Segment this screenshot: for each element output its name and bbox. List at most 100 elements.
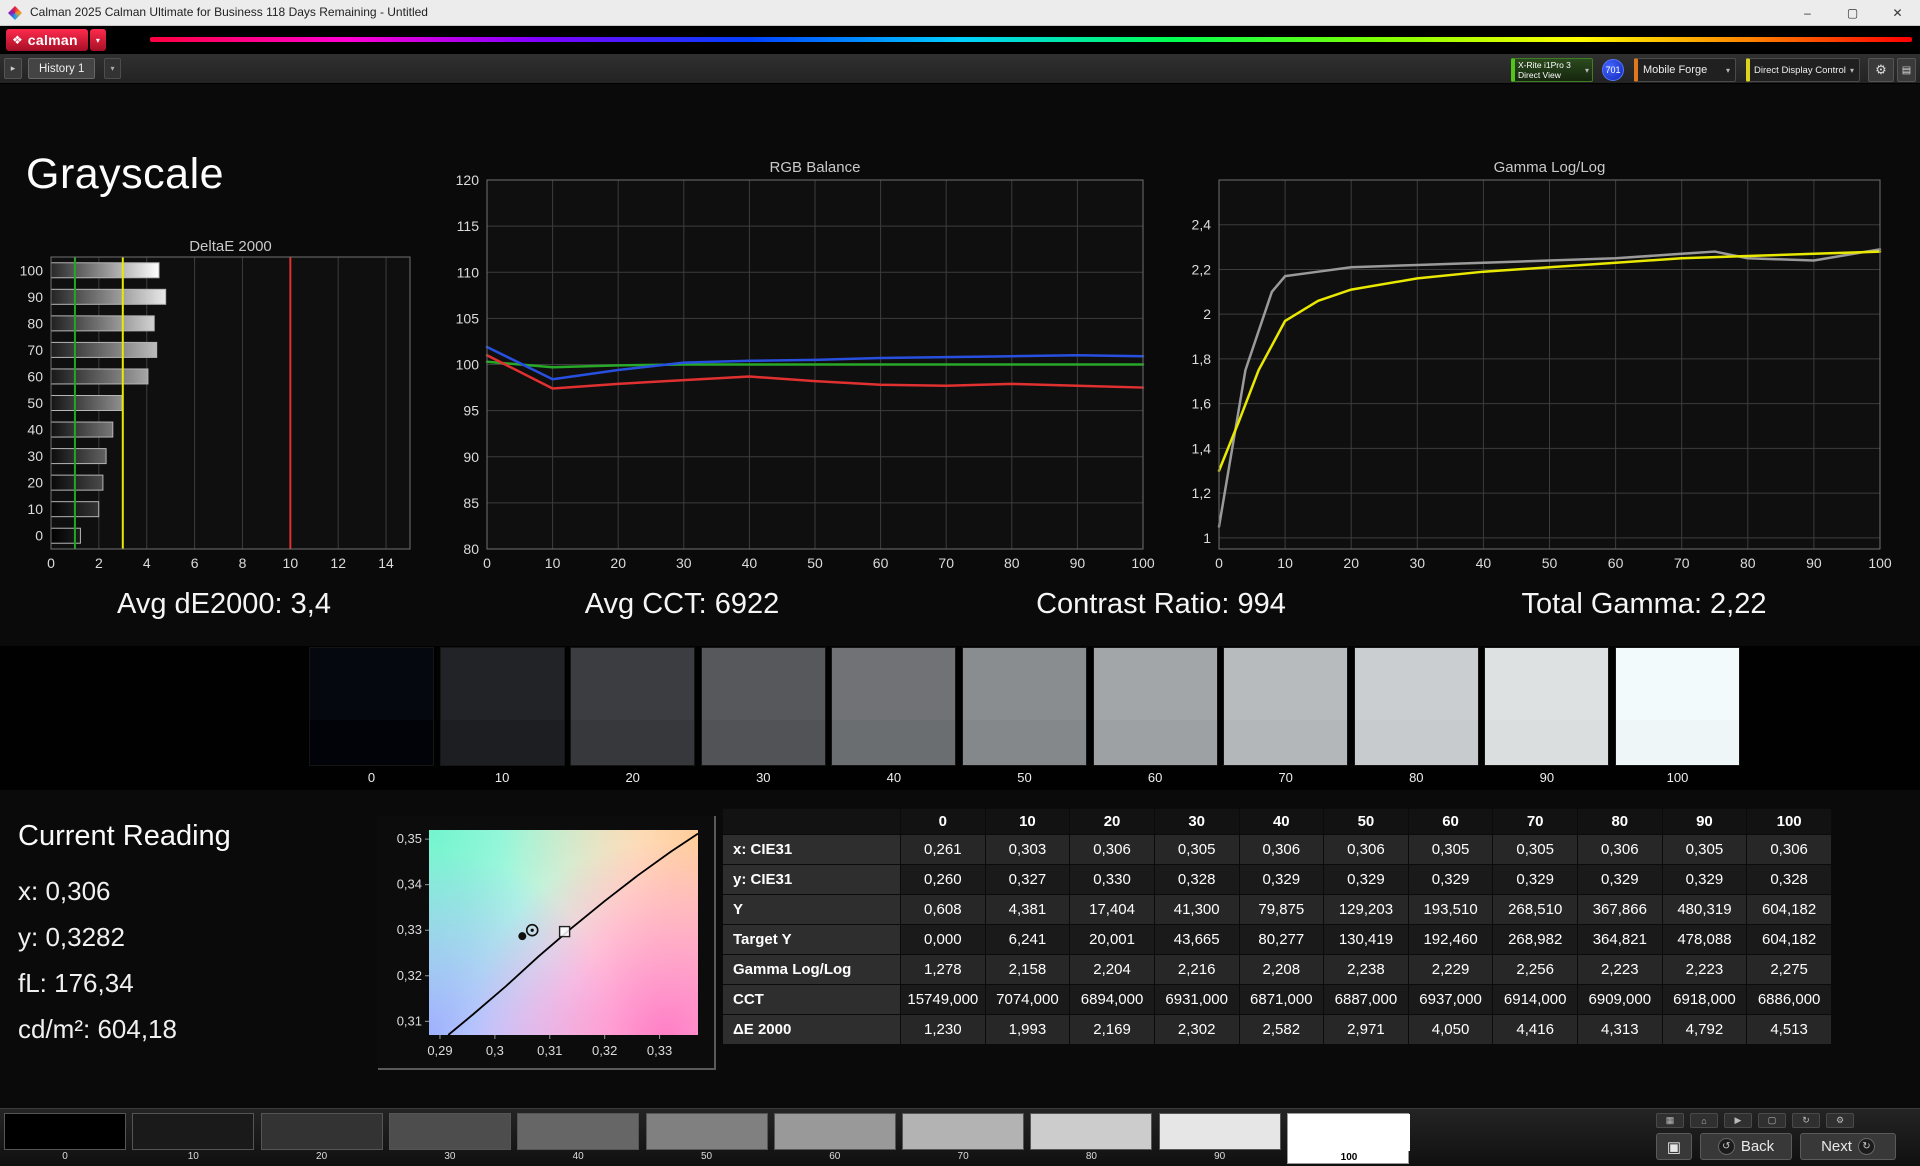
pattern-patch-30[interactable]: 30: [388, 1113, 511, 1164]
gear-icon-button[interactable]: ⚙: [1826, 1113, 1854, 1128]
logo-menu-chevron-icon[interactable]: ▾: [89, 29, 106, 51]
grayscale-swatch-80: [1353, 647, 1479, 766]
svg-text:0,3: 0,3: [486, 1043, 504, 1058]
grayscale-swatch-60: [1092, 647, 1218, 766]
table-cell: 4,381: [984, 894, 1071, 925]
table-row: ΔE 2000 1,230 1,993 2,169 2,302 2,582 2,971 4,0…: [722, 1014, 1832, 1045]
calman-logo[interactable]: ❖ calman ▾: [6, 29, 106, 51]
reading-fl: fL: 176,34: [18, 968, 134, 998]
history-panel-expand-button[interactable]: ▸: [4, 58, 22, 79]
tab-history-1[interactable]: History 1: [28, 58, 96, 79]
table-cell: 0,305: [1661, 834, 1748, 865]
window-icon: ▢: [1767, 1115, 1777, 1125]
svg-text:90: 90: [463, 449, 479, 465]
app-icon: [8, 6, 22, 20]
current-reading-title: Current Reading: [18, 820, 231, 852]
meter-status-badge: 701: [1602, 59, 1624, 81]
table-cell: 192,460: [1407, 924, 1494, 955]
panel-toggle-button[interactable]: ▤: [1897, 58, 1916, 82]
swatch-level-label: 90: [1539, 770, 1555, 785]
cie-chromaticity-chart: 0,29 0,3 0,31 0,32 0,33 0,31 0,32 0,33 0,34 0,35: [378, 816, 716, 1070]
meter-selector-dropdown[interactable]: X-Rite i1Pro 3 Direct View ▾: [1511, 58, 1593, 82]
table-col-header: 60: [1407, 808, 1494, 835]
grayscale-swatch-90: [1484, 647, 1610, 766]
table-cell: 2,223: [1577, 954, 1663, 985]
svg-text:8: 8: [239, 555, 247, 571]
svg-text:20: 20: [610, 555, 626, 571]
table-col-header: 70: [1492, 808, 1578, 835]
pattern-patch-60[interactable]: 60: [773, 1113, 896, 1164]
grayscale-swatch-20: [570, 647, 696, 766]
table-row-label: Y: [722, 894, 901, 925]
source-selector-dropdown[interactable]: Mobile Forge ▾: [1634, 58, 1736, 82]
pattern-window-icon: ▣: [1666, 1138, 1682, 1156]
monitor-icon-button[interactable]: ▦: [1656, 1113, 1684, 1128]
pattern-patch-color: [517, 1113, 640, 1150]
minimize-button[interactable]: –: [1785, 0, 1830, 26]
play-icon-button[interactable]: ▶: [1724, 1113, 1752, 1128]
table-cell: 6914,000: [1492, 984, 1578, 1015]
cie-overlay: 0,29 0,3 0,31 0,32 0,33 0,31 0,32 0,33 0,34 0,35: [378, 816, 716, 1070]
grayscale-swatch-30: [700, 647, 826, 766]
results-table: 0 10 20 30 40 50 60 70 80 90 100 x: CIE31 0,261 0,303…: [722, 808, 1832, 1045]
window-titlebar: Calman 2025 Calman Ultimate for Business…: [0, 0, 1920, 26]
svg-text:90: 90: [27, 289, 43, 305]
svg-text:4: 4: [143, 555, 151, 571]
svg-text:50: 50: [1542, 555, 1558, 571]
svg-text:0,32: 0,32: [397, 968, 422, 983]
refresh-icon-button[interactable]: ↻: [1792, 1113, 1820, 1128]
pattern-patch-color: [902, 1113, 1025, 1150]
pattern-patch-color: [260, 1113, 383, 1150]
window-icon-button[interactable]: ▢: [1758, 1113, 1786, 1128]
back-button[interactable]: ↺ Back: [1700, 1133, 1792, 1160]
swatch-target-color: [1354, 720, 1478, 765]
table-cell: 0,329: [1238, 864, 1325, 895]
gamma-log-log-chart: 1 1,2 1,4 1,6 1,8 2 2,2 2,4 0 10 20 30 40 50 60 70 80 90 1…: [1172, 160, 1912, 590]
home-icon-button[interactable]: ⌂: [1690, 1113, 1718, 1128]
source-selector-label: Mobile Forge: [1643, 64, 1708, 76]
table-cell: 2,169: [1069, 1014, 1155, 1045]
reading-x: x: 0,306: [18, 876, 111, 906]
close-button[interactable]: ✕: [1875, 0, 1920, 26]
pattern-patch-100[interactable]: 100: [1287, 1113, 1410, 1164]
pattern-patch-70[interactable]: 70: [902, 1113, 1025, 1164]
history-options-button[interactable]: ▾: [104, 58, 121, 79]
pattern-patch-50[interactable]: 50: [645, 1113, 768, 1164]
pattern-patch-90[interactable]: 90: [1158, 1113, 1281, 1164]
pattern-patch-80[interactable]: 80: [1030, 1113, 1153, 1164]
pattern-patch-color: [645, 1113, 768, 1150]
pattern-patch-label: 60: [829, 1151, 841, 1162]
settings-button[interactable]: ⚙: [1868, 58, 1894, 82]
logo-bar: ❖ calman ▾: [0, 26, 1920, 54]
next-button[interactable]: Next ↻: [1800, 1133, 1896, 1160]
table-cell: 41,300: [1153, 894, 1240, 925]
pattern-patch-0[interactable]: 0: [4, 1113, 126, 1164]
table-cell: 0,306: [1746, 834, 1832, 865]
display-control-dropdown[interactable]: Direct Display Control ▾: [1746, 58, 1860, 82]
pattern-patch-40[interactable]: 40: [517, 1113, 640, 1164]
pattern-window-button[interactable]: ▣: [1656, 1133, 1692, 1160]
table-col-header: 30: [1153, 808, 1240, 835]
table-cell: 2,256: [1492, 954, 1578, 985]
svg-text:0,29: 0,29: [427, 1043, 452, 1058]
gear-icon: ⚙: [1835, 1115, 1845, 1125]
svg-text:0,33: 0,33: [397, 922, 422, 937]
pattern-patch-20[interactable]: 20: [260, 1113, 383, 1164]
pattern-patch-label: 20: [316, 1151, 328, 1162]
pattern-patch-10[interactable]: 10: [132, 1113, 255, 1164]
svg-text:100: 100: [456, 357, 480, 373]
maximize-button[interactable]: ▢: [1830, 0, 1875, 26]
deltae-2000-chart: 0 2 4 6 8 10 12 14 100 90 80 70 60 50 40 30 20 10 0: [10, 236, 430, 586]
table-cell: 2,223: [1661, 954, 1748, 985]
table-cell: 2,158: [984, 954, 1071, 985]
svg-text:85: 85: [463, 495, 479, 511]
table-cell: 0,305: [1492, 834, 1578, 865]
pattern-patch-label: 40: [572, 1151, 584, 1162]
play-icon: ▶: [1734, 1115, 1742, 1125]
table-col-header: 40: [1238, 808, 1325, 835]
svg-text:100: 100: [1131, 555, 1155, 571]
svg-text:1,6: 1,6: [1192, 396, 1212, 412]
svg-text:0: 0: [483, 555, 491, 571]
swatch-target-color: [832, 720, 956, 765]
svg-text:70: 70: [938, 555, 954, 571]
